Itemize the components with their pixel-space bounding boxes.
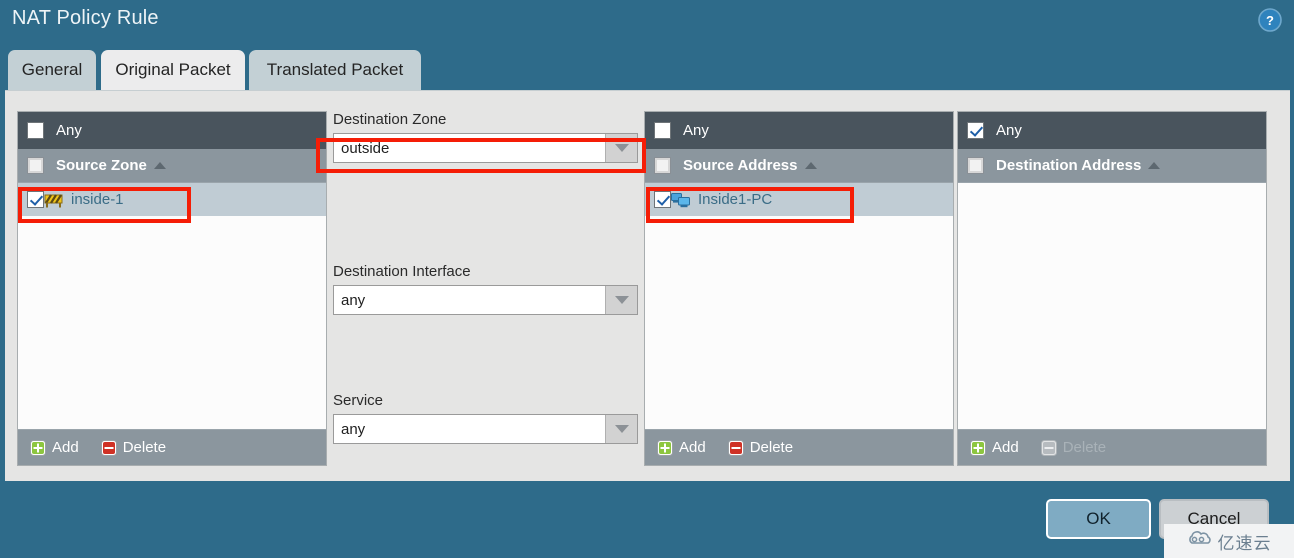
source-address-row-label: Inside1-PC — [698, 191, 773, 208]
tab-original-packet[interactable]: Original Packet — [101, 50, 245, 90]
destination-zone-label: Destination Zone — [333, 111, 447, 128]
destination-interface-value: any — [334, 286, 605, 314]
service-combo[interactable]: any — [333, 414, 638, 444]
tab-content-original-packet: Any Source Zone inside-1 Add Delete Dest… — [5, 90, 1290, 481]
destination-zone-value: outside — [334, 134, 605, 162]
source-address-row-checkbox[interactable] — [654, 191, 671, 208]
source-zone-row-label: inside-1 — [71, 191, 124, 208]
watermark: 亿速云 — [1164, 524, 1294, 558]
tab-general-label: General — [21, 60, 83, 79]
chevron-down-icon[interactable] — [605, 286, 637, 314]
destination-address-list — [958, 183, 1266, 429]
source-zone-any-row[interactable]: Any — [18, 112, 326, 149]
destination-interface-label: Destination Interface — [333, 263, 471, 280]
source-zone-delete-label: Delete — [122, 439, 167, 456]
source-zone-row-checkbox[interactable] — [27, 191, 44, 208]
source-address-panel: Any Source Address Inside1-PC Add Delete — [644, 111, 954, 466]
table-row[interactable]: Inside1-PC — [645, 183, 953, 216]
destination-interface-combo[interactable]: any — [333, 285, 638, 315]
tab-bar: General Original Packet Translated Packe… — [0, 50, 1294, 90]
destination-address-any-row[interactable]: Any — [958, 112, 1266, 149]
destination-address-delete-button: Delete — [1040, 439, 1107, 456]
tab-original-packet-label: Original Packet — [115, 60, 231, 79]
destination-address-add-label: Add — [992, 439, 1019, 456]
tab-general[interactable]: General — [8, 50, 96, 90]
source-address-any-row[interactable]: Any — [645, 112, 953, 149]
destination-address-column-label: Destination Address — [996, 157, 1142, 174]
minus-icon — [727, 439, 744, 456]
ok-button-label: OK — [1086, 509, 1111, 528]
svg-text:?: ? — [1266, 13, 1274, 28]
sort-ascending-icon — [804, 162, 817, 169]
source-zone-footer: Add Delete — [18, 429, 326, 465]
plus-icon — [30, 439, 46, 456]
sort-ascending-icon — [153, 162, 166, 169]
sort-ascending-icon — [1148, 162, 1161, 169]
source-zone-column-header[interactable]: Source Zone — [18, 149, 326, 183]
destination-address-delete-label: Delete — [1062, 439, 1107, 456]
watermark-text: 亿速云 — [1217, 533, 1272, 553]
destination-address-column-header[interactable]: Destination Address — [958, 149, 1266, 183]
source-address-column-label: Source Address — [683, 157, 798, 174]
source-zone-delete-button[interactable]: Delete — [100, 439, 167, 456]
ok-button[interactable]: OK — [1046, 499, 1151, 539]
source-zone-column-label: Source Zone — [56, 157, 147, 174]
plus-icon — [657, 439, 673, 456]
source-zone-list: inside-1 — [18, 183, 326, 429]
window-titlebar: NAT Policy Rule ? — [0, 0, 1294, 42]
service-value: any — [334, 415, 605, 443]
minus-icon — [100, 439, 117, 456]
chevron-down-icon[interactable] — [605, 415, 637, 443]
source-zone-add-button[interactable]: Add — [30, 439, 79, 456]
destination-address-any-checkbox[interactable] — [967, 122, 984, 139]
table-row[interactable]: inside-1 — [18, 183, 326, 216]
destination-address-any-label: Any — [996, 122, 1022, 139]
source-zone-add-label: Add — [52, 439, 79, 456]
destination-address-footer: Add Delete — [958, 429, 1266, 465]
destination-address-panel: Any Destination Address Add Delete — [957, 111, 1267, 466]
service-label: Service — [333, 392, 384, 409]
source-address-select-all-checkbox[interactable] — [654, 157, 671, 174]
page-title: NAT Policy Rule — [12, 7, 159, 29]
destination-zone-combo[interactable]: outside — [333, 133, 638, 163]
source-address-list: Inside1-PC — [645, 183, 953, 429]
source-address-delete-button[interactable]: Delete — [727, 439, 794, 456]
source-zone-select-all-checkbox[interactable] — [27, 157, 44, 174]
source-address-footer: Add Delete — [645, 429, 953, 465]
tab-translated-packet-label: Translated Packet — [266, 60, 404, 79]
source-address-add-button[interactable]: Add — [657, 439, 706, 456]
source-zone-any-checkbox[interactable] — [27, 122, 44, 139]
source-address-delete-label: Delete — [749, 439, 794, 456]
zone-barrier-icon — [44, 192, 63, 208]
source-address-any-checkbox[interactable] — [654, 122, 671, 139]
chevron-down-icon[interactable] — [605, 134, 637, 162]
minus-icon — [1040, 439, 1057, 456]
source-zone-panel: Any Source Zone inside-1 Add Delete — [17, 111, 327, 466]
host-computer-icon — [671, 192, 690, 208]
destination-address-add-button[interactable]: Add — [970, 439, 1019, 456]
destination-address-select-all-checkbox[interactable] — [967, 157, 984, 174]
help-circle-icon[interactable]: ? — [1258, 8, 1282, 32]
original-packet-form: Destination Zone outside Destination Int… — [333, 111, 645, 466]
tab-translated-packet[interactable]: Translated Packet — [249, 50, 421, 90]
source-address-column-header[interactable]: Source Address — [645, 149, 953, 183]
source-address-any-label: Any — [683, 122, 709, 139]
cloud-logo-icon — [1187, 530, 1213, 553]
plus-icon — [970, 439, 986, 456]
source-zone-any-label: Any — [56, 122, 82, 139]
source-address-add-label: Add — [679, 439, 706, 456]
